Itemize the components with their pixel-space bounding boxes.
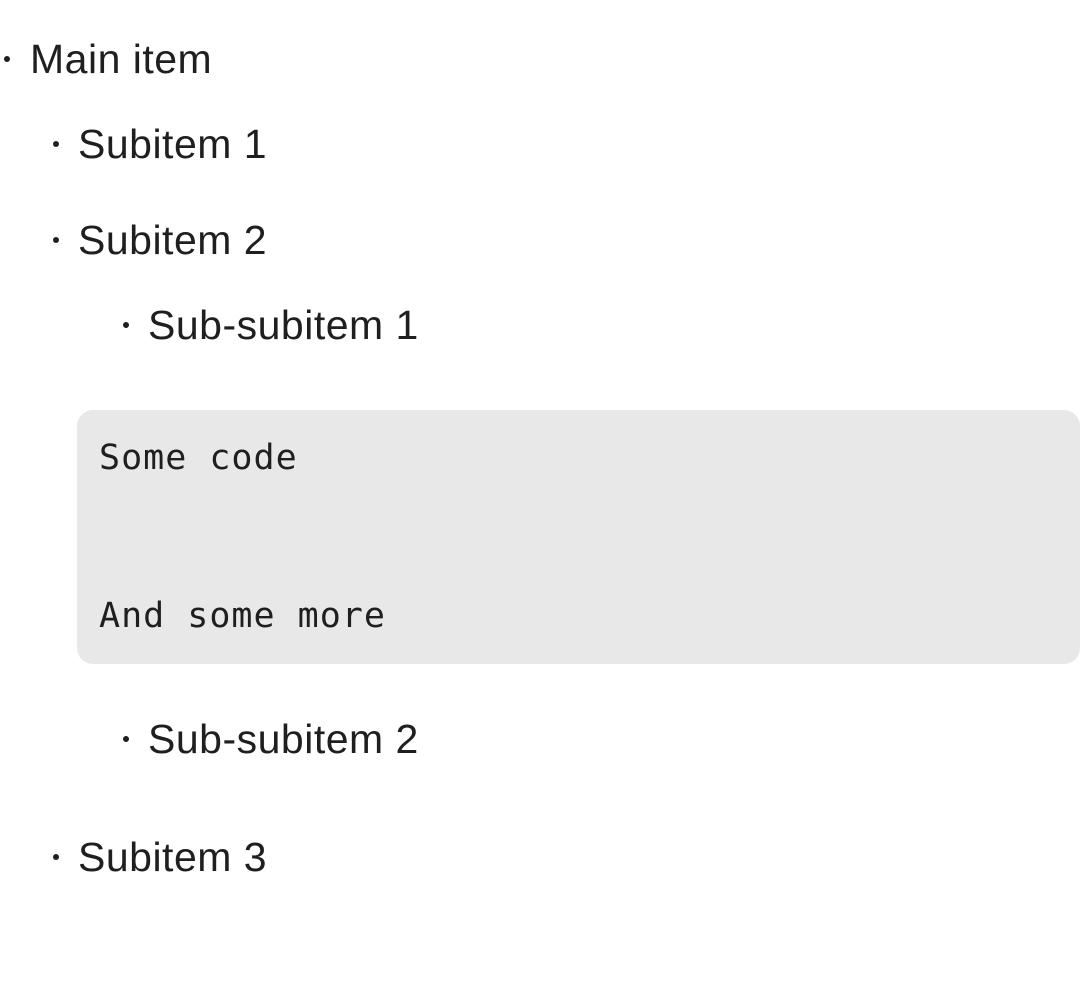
list-item-label: Sub-subitem 1 <box>148 302 419 348</box>
bullet-icon <box>123 322 129 328</box>
list-item-subitem-3: Subitem 3 <box>52 832 267 882</box>
list-item-main: Main item <box>3 34 212 84</box>
bullet-icon <box>53 854 59 860</box>
list-item-label: Subitem 2 <box>78 217 268 263</box>
list-item-subitem-1: Subitem 1 <box>52 119 267 169</box>
list-item-sub-subitem-2: Sub-subitem 2 <box>122 714 419 764</box>
code-line-1: Some code <box>99 438 298 478</box>
list-item-label: Sub-subitem 2 <box>148 716 419 762</box>
bullet-icon <box>53 237 59 243</box>
code-block: Some code And some more <box>77 410 1080 664</box>
list-item-label: Main item <box>30 36 213 82</box>
bullet-icon <box>53 141 59 147</box>
code-line-2: And some more <box>99 596 386 636</box>
bullet-icon <box>123 736 129 742</box>
list-item-label: Subitem 3 <box>78 834 268 880</box>
bullet-icon <box>4 56 10 62</box>
list-item-label: Subitem 1 <box>78 121 268 167</box>
list-item-subitem-2: Subitem 2 <box>52 215 267 265</box>
list-item-sub-subitem-1: Sub-subitem 1 <box>122 300 419 350</box>
